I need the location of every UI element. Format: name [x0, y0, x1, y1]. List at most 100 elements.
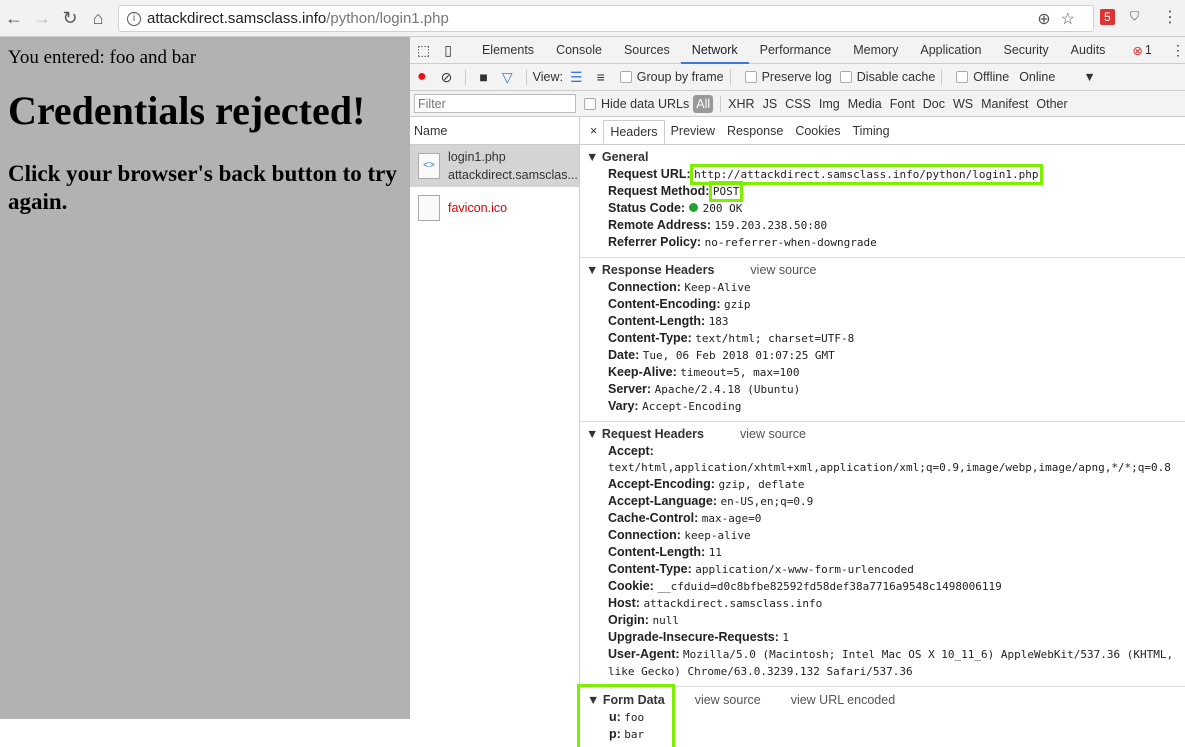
request-row[interactable]: <> login1.php attackdirect.samsclas... [410, 145, 579, 187]
header-value: Apache/2.4.18 (Ubuntu) [654, 383, 801, 396]
status-code-value: 200 OK [702, 202, 743, 215]
filter-input[interactable] [414, 94, 576, 113]
device-toolbar-icon[interactable]: ▯ [437, 42, 459, 59]
filter-type-ws[interactable]: WS [949, 97, 977, 111]
address-bar[interactable]: i attackdirect.samsclass.info/python/log… [118, 5, 1094, 32]
record-icon[interactable]: ● [410, 68, 434, 86]
response-headers-header[interactable]: ▼ Response Headers view source [586, 261, 1185, 279]
tab-console[interactable]: Console [545, 37, 613, 64]
request-headers-header[interactable]: ▼ Request Headers view source [586, 425, 1185, 443]
general-section: ▼ General Request URL: http://attackdire… [580, 145, 1185, 258]
header-key: Cache-Control: [608, 511, 699, 525]
header-key: Accept-Language: [608, 494, 718, 508]
filter-type-other[interactable]: Other [1032, 97, 1071, 111]
filter-type-manifest[interactable]: Manifest [977, 97, 1032, 111]
hide-data-urls-checkbox[interactable] [584, 97, 596, 110]
tab-network[interactable]: Network [680, 37, 749, 64]
filter-type-doc[interactable]: Doc [919, 97, 949, 111]
home-icon[interactable]: ⌂ [84, 8, 112, 29]
entered-text: You entered: foo and bar [8, 47, 197, 68]
header-value: gzip [723, 298, 751, 311]
header-key: Server: [608, 382, 652, 396]
tab-application[interactable]: Application [909, 37, 992, 64]
offline-label[interactable]: Offline [973, 70, 1009, 84]
filter-type-img[interactable]: Img [815, 97, 844, 111]
section-title: Response Headers [601, 263, 715, 277]
preserve-log-checkbox[interactable] [744, 71, 757, 83]
extension-icon[interactable]: 5 [1100, 9, 1115, 25]
header-row: Connection: Keep-Alive [586, 279, 1185, 296]
tab-cookies[interactable]: Cookies [789, 120, 846, 144]
name-column-header[interactable]: Name [410, 117, 579, 145]
view-source-link[interactable]: view source [695, 693, 761, 707]
header-value: attackdirect.samsclass.info [643, 597, 823, 610]
bookmark-star-icon[interactable]: ☆ [1061, 11, 1085, 28]
devtools-panel: ⬚ ▯ Elements Console Sources Network Per… [410, 37, 1185, 747]
view-source-link[interactable]: view source [740, 427, 806, 441]
clear-icon[interactable]: ⊘ [434, 69, 460, 86]
back-icon[interactable]: ← [0, 8, 28, 29]
tab-performance[interactable]: Performance [749, 37, 843, 64]
header-key: Status Code: [608, 201, 686, 215]
filter-type-css[interactable]: CSS [781, 97, 815, 111]
waterfall-icon[interactable]: ≡ [590, 69, 612, 85]
header-key: Content-Length: [608, 545, 706, 559]
preserve-log-label[interactable]: Preserve log [762, 70, 832, 84]
header-row: Keep-Alive: timeout=5, max=100 [586, 364, 1185, 381]
tab-elements[interactable]: Elements [471, 37, 545, 64]
request-list: Name <> login1.php attackdirect.samsclas.… [410, 117, 580, 719]
filter-type-media[interactable]: Media [844, 97, 886, 111]
general-header[interactable]: ▼ General [586, 148, 1185, 166]
info-icon[interactable]: i [127, 11, 141, 26]
filter-type-font[interactable]: Font [886, 97, 919, 111]
filter-type-js[interactable]: JS [759, 97, 782, 111]
url-path: /python/login1.php [326, 10, 449, 27]
shield-extension-icon[interactable]: ⛉ [1130, 9, 1139, 24]
filter-icon[interactable]: ▽ [495, 69, 520, 86]
request-row[interactable]: favicon.ico [410, 187, 579, 229]
group-by-frame-checkbox[interactable] [619, 71, 632, 83]
header-value: no-referrer-when-downgrade [704, 236, 877, 249]
header-key: Content-Type: [608, 562, 692, 576]
file-icon [418, 195, 440, 221]
header-row: Connection: keep-alive [586, 527, 1185, 544]
forward-icon[interactable]: → [28, 8, 56, 29]
group-by-frame-label[interactable]: Group by frame [637, 70, 724, 84]
header-row: Origin: null [586, 612, 1185, 629]
form-data-header[interactable]: ▼ Form Data view source view URL encoded [587, 691, 895, 709]
close-details-icon[interactable]: × [584, 120, 603, 144]
tab-security[interactable]: Security [993, 37, 1060, 64]
view-source-link[interactable]: view source [750, 263, 816, 277]
tab-timing[interactable]: Timing [847, 120, 896, 144]
tab-memory[interactable]: Memory [842, 37, 909, 64]
header-row: Date: Tue, 06 Feb 2018 01:07:25 GMT [586, 347, 1185, 364]
chevron-down-icon[interactable]: ▼ [1083, 70, 1095, 84]
menu-icon[interactable]: ⋮ [1162, 7, 1178, 27]
zoom-icon[interactable]: ⊕ [1037, 11, 1060, 28]
view-url-encoded-link[interactable]: view URL encoded [791, 693, 895, 707]
tab-headers[interactable]: Headers [603, 120, 665, 144]
tab-sources[interactable]: Sources [613, 37, 681, 64]
disable-cache-label[interactable]: Disable cache [857, 70, 936, 84]
request-domain: attackdirect.samsclas... [448, 168, 578, 182]
disable-cache-checkbox[interactable] [839, 71, 852, 83]
error-count[interactable]: 1 [1145, 43, 1152, 57]
large-rows-icon[interactable]: ☰ [563, 69, 590, 86]
network-toolbar: ● ⊘ ■ ▽ View: ☰ ≡ Group by frame Preserv… [410, 64, 1185, 91]
filter-type-all[interactable]: All [693, 94, 714, 113]
tab-audits[interactable]: Audits [1060, 37, 1117, 64]
filter-type-xhr[interactable]: XHR [724, 97, 758, 111]
reload-icon[interactable]: ↻ [56, 8, 84, 29]
form-key: p: [609, 727, 621, 741]
screenshot-camera-icon[interactable]: ■ [472, 69, 494, 85]
offline-checkbox[interactable] [956, 71, 969, 83]
header-key: Date: [608, 348, 640, 362]
more-icon[interactable]: ⋮ [1164, 42, 1185, 59]
tab-preview[interactable]: Preview [665, 120, 721, 144]
error-icon[interactable]: ⊗ [1132, 43, 1142, 58]
hide-data-urls-label[interactable]: Hide data URLs [601, 97, 689, 111]
tab-response[interactable]: Response [721, 120, 789, 144]
inspect-icon[interactable]: ⬚ [410, 42, 437, 59]
throttling-select[interactable]: Online [1019, 70, 1055, 84]
header-value: 1 [782, 631, 789, 644]
